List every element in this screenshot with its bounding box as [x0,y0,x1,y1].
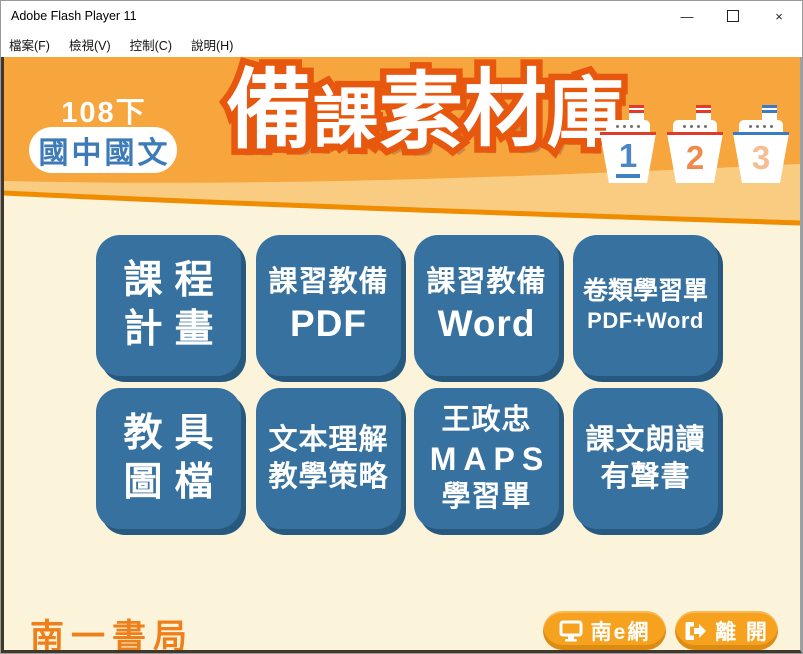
close-button[interactable]: × [756,1,802,31]
boat-stripe [667,132,723,135]
tile-label: 課習教備 [268,264,388,300]
title-bar: Adobe Flash Player 11 — × [1,1,802,31]
window-title: Adobe Flash Player 11 [1,9,137,23]
boat-hull: 3 [733,133,789,183]
tile-text-reading-audiobook[interactable]: 課文朗讀有聲書 [573,388,718,529]
app-title-char: 素素 [379,70,463,154]
app-title-char: 課課 [313,85,379,151]
subject-badge: 國中國文 [29,127,177,173]
nane-website-button[interactable]: 南e網 [543,611,666,650]
maximize-icon [727,10,739,22]
boat-number: 1 [616,139,640,178]
boat-stripe [600,132,656,135]
menu-item-help[interactable]: 說明(H) [191,35,233,54]
tile-label: PDF+Word [587,307,704,335]
monitor-icon [559,620,583,642]
exit-label: 離 開 [715,616,769,646]
tile-text-comprehension-strategy[interactable]: 文本理解教學策略 [256,388,401,529]
boat-deck [739,120,783,132]
tile-label: 教學策略 [268,459,388,495]
flash-stage: 108下 國中國文 備備課課素素材材庫庫 123 課程計畫課習教備PDF課習教備… [1,57,802,653]
tile-label: 有聲書 [600,459,690,495]
tile-maps-worksheet[interactable]: 王政忠MAPS學習單 [414,388,559,529]
menu-item-file[interactable]: 檔案(F) [9,35,50,54]
boat-tab-2[interactable]: 2 [667,105,723,183]
tile-label: 課文朗讀 [585,422,705,458]
tile-label: Word [438,301,536,347]
tile-label: MAPS [423,439,550,479]
tile-label: 圖檔 [111,459,225,508]
subject-label: 國中國文 [36,128,171,172]
boat-hull: 2 [667,133,723,183]
minimize-button[interactable]: — [664,1,710,31]
app-title-char: 備備 [226,67,313,154]
boat-tab-1[interactable]: 1 [600,105,656,183]
app-title-char: 材材 [463,67,547,151]
tile-lesson-prep-pdf[interactable]: 課習教備PDF [256,235,401,376]
tile-label: PDF [290,301,367,347]
tile-course-plan[interactable]: 課程計畫 [96,235,241,376]
tile-label: 學習單 [441,479,531,515]
boat-deck [606,120,650,132]
menu-bar: 檔案(F) 檢視(V) 控制(C) 說明(H) [1,31,802,57]
nane-website-label: 南e網 [591,616,651,646]
app-title: 備備課課素素材材庫庫 [226,67,596,154]
semester-label: 108下 [44,89,164,131]
tile-lesson-prep-word[interactable]: 課習教備Word [414,235,559,376]
tile-label: 卷類學習單 [583,276,708,307]
boat-hull: 1 [600,133,656,183]
tile-label: 課程 [111,257,225,306]
exit-button[interactable]: 離 開 [675,611,778,650]
boat-stripe [733,132,789,135]
tile-label: 文本理解 [268,422,388,458]
tile-label: 王政忠 [441,402,531,438]
publisher-logo: 南一書局 [30,609,194,653]
flash-player-window: Adobe Flash Player 11 — × 檔案(F) 檢視(V) 控制(C… [0,0,803,654]
menu-item-control[interactable]: 控制(C) [130,35,172,54]
tile-teaching-aid-images[interactable]: 教具圖檔 [96,388,241,529]
boat-deck [673,120,717,132]
maximize-button[interactable] [710,1,756,31]
window-controls: — × [664,1,802,31]
tile-label: 教具 [111,410,225,459]
boat-number: 3 [749,141,773,176]
menu-item-view[interactable]: 檢視(V) [69,35,111,54]
tile-worksheet-pdf-word[interactable]: 卷類學習單PDF+Word [573,235,718,376]
boat-tab-3[interactable]: 3 [733,105,789,183]
exit-icon [684,621,707,641]
tile-label: 課習教備 [426,264,546,300]
boat-number: 2 [683,141,707,176]
tile-label: 計畫 [111,306,225,355]
